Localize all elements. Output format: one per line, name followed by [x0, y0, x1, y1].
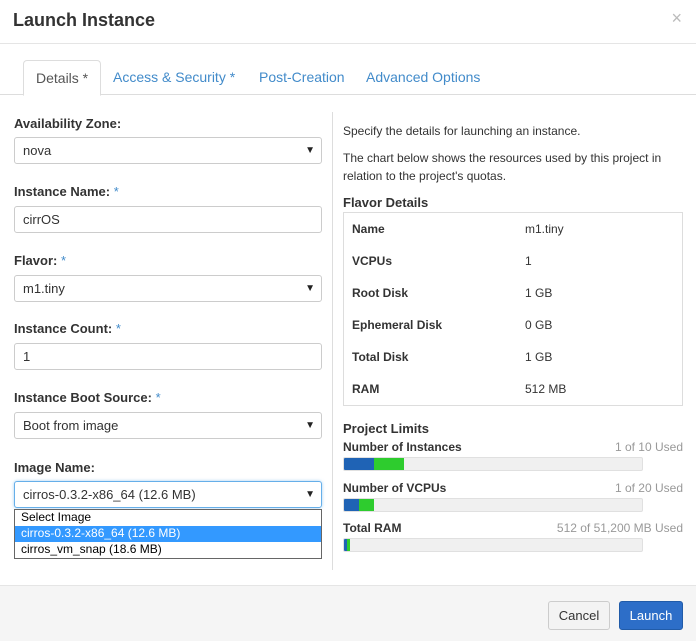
- flavor-row-value: 1: [525, 254, 532, 268]
- tab-access-security[interactable]: Access & Security *: [101, 60, 247, 95]
- limit-label: Number of Instances: [343, 440, 462, 454]
- flavor-row-name: Root Disk: [352, 286, 409, 300]
- flavor-value: m1.tiny: [23, 281, 65, 296]
- availability-zone-value: nova: [23, 143, 52, 158]
- availability-zone-select[interactable]: nova ▼: [14, 137, 322, 164]
- table-row: Total Disk 1 GB: [344, 341, 682, 373]
- flavor-row-value: 0 GB: [525, 318, 553, 332]
- tab-details[interactable]: Details *: [23, 60, 102, 96]
- image-dropdown-list: Select Image cirros-0.3.2-x86_64 (12.6 M…: [14, 509, 322, 559]
- limit-used-text: 1 of 10 Used: [614, 440, 683, 454]
- caret-down-icon: ▼: [305, 283, 315, 294]
- instance-name-input[interactable]: cirrOS: [14, 206, 322, 233]
- progress-bar: [343, 457, 643, 471]
- limit-used-text: 1 of 20 Used: [614, 481, 683, 495]
- flavor-row-value: m1.tiny: [525, 222, 564, 236]
- tab-bar: Details * Access & Security * Post-Creat…: [0, 60, 696, 96]
- flavor-row-value: 512 MB: [525, 382, 567, 396]
- table-row: Name m1.tiny: [344, 213, 682, 245]
- image-option-cirros-snap[interactable]: cirros_vm_snap (18.6 MB): [15, 542, 321, 558]
- boot-source-label: Instance Boot Source: *: [14, 390, 161, 405]
- image-name-select[interactable]: cirros-0.3.2-x86_64 (12.6 MB) ▼: [14, 481, 322, 508]
- flavor-select[interactable]: m1.tiny ▼: [14, 275, 322, 302]
- table-row: Root Disk 1 GB: [344, 277, 682, 309]
- image-name-value: cirros-0.3.2-x86_64 (12.6 MB): [23, 487, 196, 502]
- launch-button[interactable]: Launch: [619, 601, 683, 630]
- help-text-intro: Specify the details for launching an ins…: [343, 124, 581, 138]
- flavor-label: Flavor: *: [14, 253, 67, 268]
- limit-label: Total RAM: [343, 521, 402, 535]
- flavor-row-name: Ephemeral Disk: [352, 318, 443, 332]
- bar-added-usage: [347, 539, 350, 551]
- table-row: RAM 512 MB: [344, 373, 682, 405]
- flavor-row-name: Total Disk: [352, 350, 409, 364]
- cancel-button[interactable]: Cancel: [548, 601, 610, 630]
- project-limits-title: Project Limits: [343, 421, 429, 436]
- caret-down-icon: ▼: [305, 145, 315, 156]
- progress-bar: [343, 498, 643, 512]
- bar-current-usage: [344, 458, 374, 470]
- instance-count-input[interactable]: 1: [14, 343, 322, 370]
- flavor-details-table: Name m1.tiny VCPUs 1 Root Disk 1 GB Ephemer…: [343, 212, 683, 406]
- limit-label: Number of VCPUs: [343, 481, 447, 495]
- boot-source-select[interactable]: Boot from image ▼: [14, 412, 322, 439]
- table-row: Ephemeral Disk 0 GB: [344, 309, 682, 341]
- close-icon[interactable]: ×: [671, 9, 682, 27]
- modal-title: Launch Instance: [13, 10, 156, 30]
- image-option-cirros[interactable]: cirros-0.3.2-x86_64 (12.6 MB): [15, 526, 321, 542]
- tab-post-creation[interactable]: Post-Creation: [247, 60, 357, 95]
- image-name-label: Image Name:: [14, 460, 95, 475]
- bar-added-usage: [359, 499, 374, 511]
- flavor-details-title: Flavor Details: [343, 195, 429, 210]
- column-divider: [332, 112, 333, 570]
- table-row: VCPUs 1: [344, 245, 682, 277]
- image-option-select[interactable]: Select Image: [15, 510, 321, 526]
- availability-zone-label: Availability Zone:: [14, 116, 122, 131]
- flavor-row-name: Name: [352, 222, 385, 236]
- bar-current-usage: [344, 499, 359, 511]
- caret-down-icon: ▼: [305, 420, 315, 431]
- flavor-row-name: VCPUs: [352, 254, 393, 268]
- bar-added-usage: [374, 458, 404, 470]
- instance-name-label: Instance Name: *: [14, 184, 119, 199]
- boot-source-value: Boot from image: [23, 418, 119, 433]
- tab-advanced-options[interactable]: Advanced Options: [354, 60, 492, 95]
- flavor-row-value: 1 GB: [525, 350, 553, 364]
- modal-footer: Cancel Launch: [0, 585, 696, 641]
- instance-count-label: Instance Count: *: [14, 321, 121, 336]
- modal-header: Launch Instance ×: [0, 0, 696, 44]
- help-text-chart: The chart below shows the resources used…: [343, 151, 662, 183]
- flavor-row-name: RAM: [352, 382, 380, 396]
- flavor-row-value: 1 GB: [525, 286, 553, 300]
- instance-count-value: 1: [23, 349, 31, 364]
- limit-used-text: 512 of 51,200 MB Used: [556, 521, 683, 535]
- instance-name-value: cirrOS: [23, 212, 60, 227]
- progress-bar: [343, 538, 643, 552]
- caret-down-icon: ▼: [305, 489, 315, 500]
